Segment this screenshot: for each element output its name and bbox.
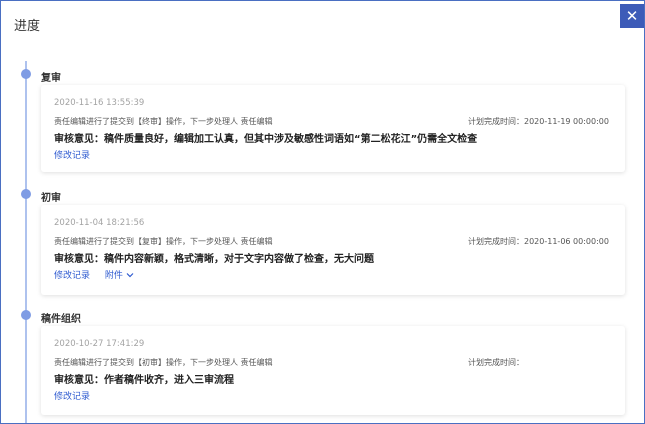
stage-links: 修改记录	[54, 389, 90, 402]
stage-title: 稿件组织	[41, 314, 81, 325]
stage-time: 2020-10-27 17:41:29	[54, 339, 145, 349]
plan-complete-time: 计划完成时间：2020-11-06 00:00:00	[468, 236, 609, 247]
stage-time: 2020-11-04 18:21:56	[54, 218, 145, 228]
plan-value: 2020-11-06 00:00:00	[524, 237, 609, 246]
stage-action: 责任编辑进行了提交到【终审】操作，下一步处理人 责任编辑	[54, 117, 273, 126]
review-opinion: 审核意见：稿件内容新颖，格式清晰，对于文字内容做了检查，无大问题	[54, 254, 374, 265]
dialog-title: 进度	[14, 19, 41, 34]
stage-title: 复审	[41, 73, 61, 84]
close-button[interactable]: ✕	[620, 4, 644, 28]
progress-dialog: 进度 ✕ 复审 2020-11-16 13:55:39 责任编辑进行了提交到【终…	[0, 0, 645, 424]
review-opinion: 审核意见：作者稿件收齐，进入三审流程	[54, 375, 234, 386]
timeline-dot	[21, 69, 31, 79]
plan-label: 计划完成时间：	[468, 117, 524, 126]
timeline-dot	[21, 310, 31, 320]
plan-label: 计划完成时间：	[468, 237, 524, 246]
stage-card: 2020-11-04 18:21:56 责任编辑进行了提交到【复审】操作，下一步…	[41, 205, 625, 295]
chevron-down-icon	[126, 273, 134, 278]
stage-action: 责任编辑进行了提交到【复审】操作，下一步处理人 责任编辑	[54, 237, 273, 246]
review-opinion: 审核意见：稿件质量良好，编辑加工认真，但其中涉及敏感性词语如“第二松花江”仍需全…	[54, 134, 478, 145]
stage-time: 2020-11-16 13:55:39	[54, 98, 145, 108]
attachment-label: 附件	[104, 271, 123, 281]
attachment-dropdown[interactable]: 附件	[105, 271, 134, 281]
timeline-dot	[21, 189, 31, 199]
stage-links: 修改记录	[54, 148, 90, 161]
stage-links: 修改记录 附件	[54, 268, 134, 281]
stage-action: 责任编辑进行了提交到【初审】操作，下一步处理人 责任编辑	[54, 358, 273, 367]
stage-title: 初审	[41, 193, 61, 204]
revision-record-link[interactable]: 修改记录	[54, 392, 90, 402]
revision-record-link[interactable]: 修改记录	[54, 271, 90, 281]
close-icon: ✕	[625, 7, 639, 25]
timeline-line	[25, 61, 27, 423]
revision-record-link[interactable]: 修改记录	[54, 151, 90, 161]
plan-value: 2020-11-19 00:00:00	[524, 117, 609, 126]
stage-card: 2020-10-27 17:41:29 责任编辑进行了提交到【初审】操作，下一步…	[41, 326, 625, 415]
plan-complete-time: 计划完成时间：	[468, 357, 524, 368]
stage-card: 2020-11-16 13:55:39 责任编辑进行了提交到【终审】操作，下一步…	[41, 85, 625, 172]
plan-complete-time: 计划完成时间：2020-11-19 00:00:00	[468, 116, 609, 127]
plan-label: 计划完成时间：	[468, 358, 524, 367]
